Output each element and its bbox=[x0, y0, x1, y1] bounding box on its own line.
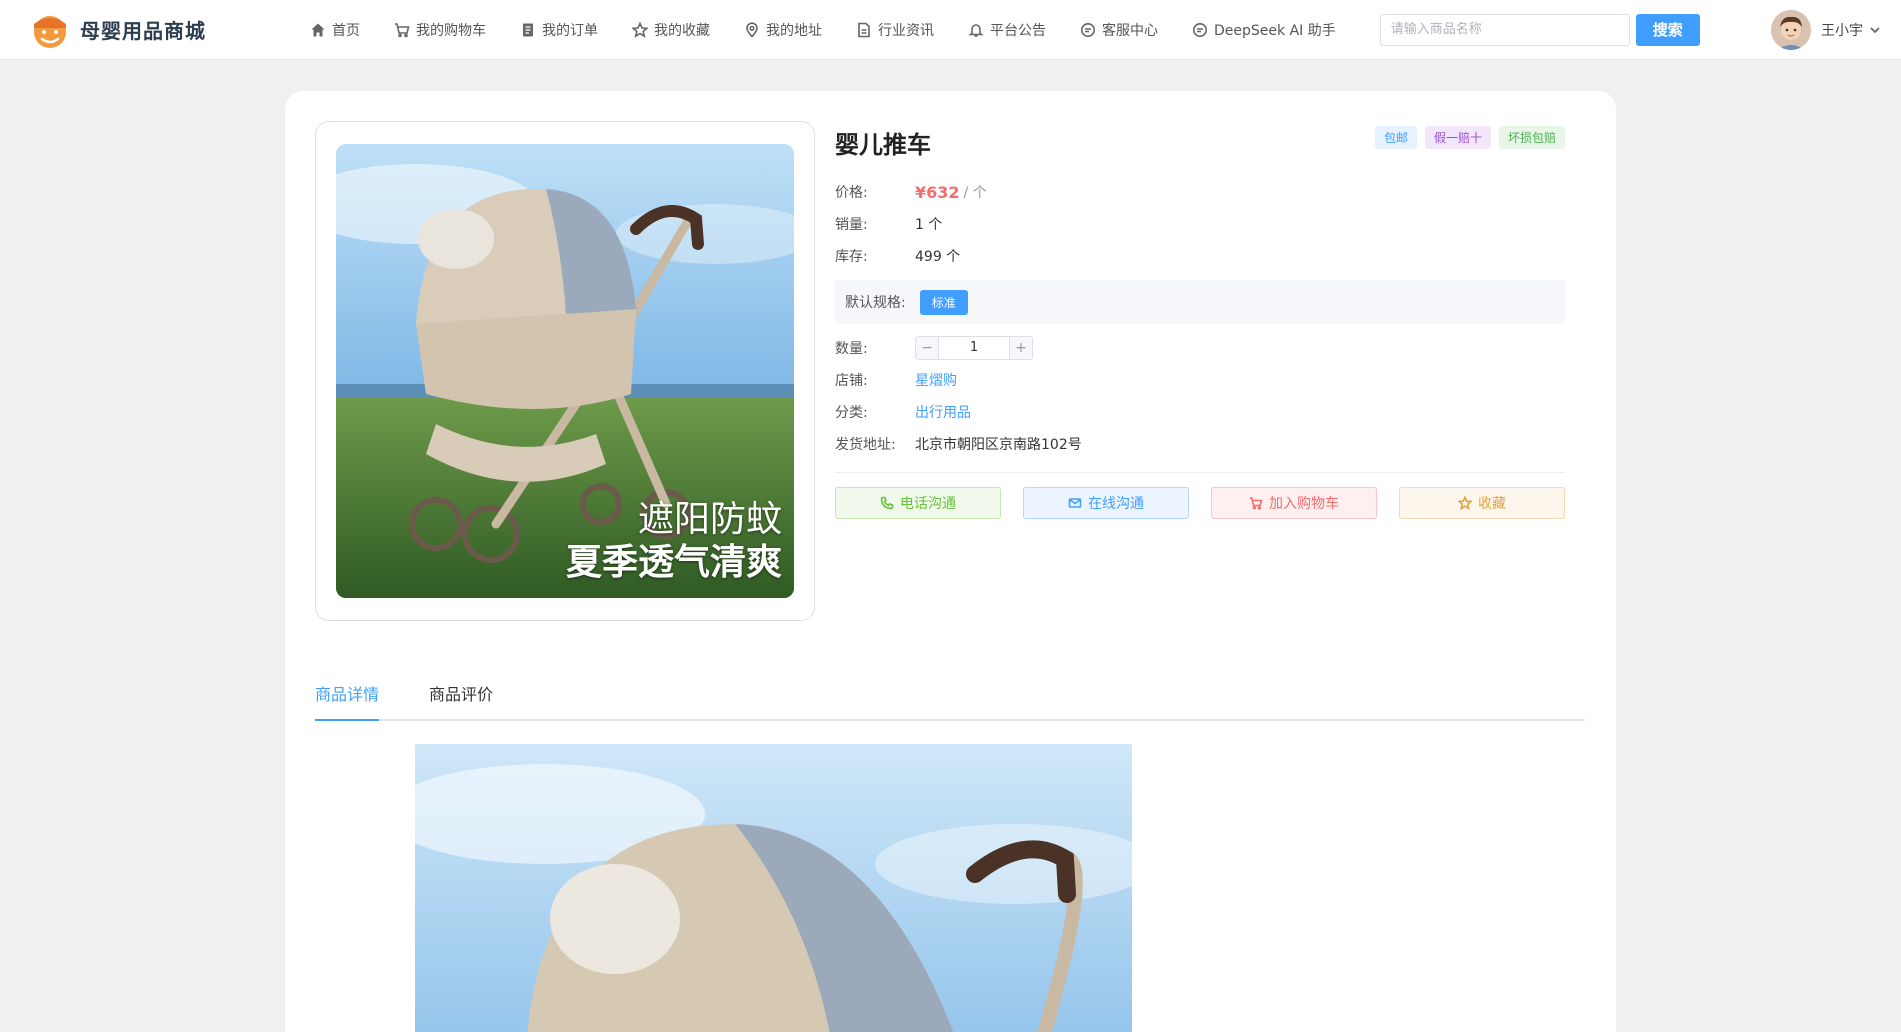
nav-label: 我的订单 bbox=[542, 22, 598, 39]
star-icon bbox=[632, 21, 648, 38]
product-detail-image bbox=[415, 744, 1132, 1032]
brand-name: 母婴用品商城 bbox=[80, 19, 206, 43]
shop-link[interactable]: 星熠购 bbox=[915, 370, 957, 390]
chat-icon bbox=[1081, 22, 1095, 37]
nav-label: 首页 bbox=[332, 22, 360, 39]
nav-label: 我的地址 bbox=[766, 22, 822, 39]
online-chat-label: 在线沟通 bbox=[1088, 496, 1144, 512]
stock-value: 499 个 bbox=[915, 249, 961, 265]
avatar-image bbox=[1771, 10, 1811, 50]
product-image-frame: 遮阳防蚊 夏季透气清爽 bbox=[315, 121, 815, 621]
spec-option-standard[interactable]: 标准 bbox=[919, 289, 968, 315]
search-bar: 搜索 bbox=[1379, 13, 1700, 46]
address-value: 北京市朝阳区京南路102号 bbox=[915, 437, 1082, 453]
cart-icon bbox=[395, 22, 410, 37]
price-unit: / 个 bbox=[963, 185, 987, 201]
address-label: 发货地址: bbox=[835, 437, 896, 453]
nav-address[interactable]: 我的地址 bbox=[744, 20, 822, 40]
nav-cart[interactable]: 我的购物车 bbox=[394, 20, 486, 40]
user-menu[interactable]: 王小宇 bbox=[1771, 10, 1881, 50]
nav-home[interactable]: 首页 bbox=[310, 20, 360, 40]
favorite-label: 收藏 bbox=[1478, 496, 1506, 512]
document-icon bbox=[858, 22, 870, 37]
category-link[interactable]: 出行用品 bbox=[915, 402, 971, 422]
top-header: 母婴用品商城 首页 我的购物车 我的订单 我的收藏 我的地址 行业资讯 平台公告… bbox=[0, 0, 1901, 60]
username: 王小宇 bbox=[1821, 23, 1863, 39]
divider bbox=[835, 472, 1565, 473]
avatar[interactable] bbox=[1771, 10, 1811, 50]
sales-label: 销量: bbox=[835, 217, 868, 233]
quantity-stepper: − 1 + bbox=[915, 336, 1033, 360]
spec-selector: 默认规格: 标准 bbox=[835, 280, 1565, 324]
address-row: 发货地址: 北京市朝阳区京南路102号 bbox=[835, 428, 1565, 460]
tab-product-details[interactable]: 商品详情 bbox=[315, 681, 380, 721]
nav-label: 我的收藏 bbox=[654, 22, 710, 39]
badge-free-shipping: 包邮 bbox=[1374, 126, 1417, 149]
cart-icon bbox=[1250, 497, 1263, 510]
shop-row: 店铺: 星熠购 bbox=[835, 364, 1565, 396]
phone-contact-button[interactable]: 电话沟通 bbox=[835, 487, 1001, 519]
stock-label: 库存: bbox=[835, 249, 868, 265]
product-card: 遮阳防蚊 夏季透气清爽 婴儿推车 包邮 假一赔十 坏损包赔 价格: ¥632 /… bbox=[285, 91, 1616, 1032]
stroller-detail-illustration bbox=[415, 744, 1132, 1032]
image-caption: 遮阳防蚊 夏季透气清爽 bbox=[566, 498, 782, 584]
nav-label: 客服中心 bbox=[1102, 22, 1158, 39]
nav-favorites[interactable]: 我的收藏 bbox=[632, 20, 710, 40]
price-row: 价格: ¥632 / 个 bbox=[835, 176, 1565, 208]
nav-label: 行业资讯 bbox=[878, 22, 934, 39]
nav-label: 平台公告 bbox=[990, 22, 1046, 39]
product-badges: 包邮 假一赔十 坏损包赔 bbox=[1367, 126, 1565, 149]
location-icon bbox=[746, 21, 758, 38]
sales-row: 销量: 1 个 bbox=[835, 208, 1565, 240]
search-button[interactable]: 搜索 bbox=[1635, 13, 1700, 46]
nav-news[interactable]: 行业资讯 bbox=[856, 20, 934, 40]
detail-tabs: 商品详情 商品评价 bbox=[315, 681, 1585, 721]
quantity-increase-button[interactable]: + bbox=[1010, 337, 1032, 359]
mail-icon bbox=[1068, 498, 1082, 508]
order-icon bbox=[523, 23, 533, 36]
nav-orders[interactable]: 我的订单 bbox=[520, 20, 598, 40]
chat-icon bbox=[1193, 22, 1207, 37]
shop-label: 店铺: bbox=[835, 373, 868, 389]
quantity-decrease-button[interactable]: − bbox=[916, 337, 938, 359]
nav-label: DeepSeek AI 助手 bbox=[1214, 22, 1336, 39]
bell-icon bbox=[968, 23, 984, 37]
price-value: ¥632 bbox=[915, 182, 960, 202]
star-icon bbox=[1458, 496, 1472, 510]
badge-authentic: 假一赔十 bbox=[1424, 126, 1491, 149]
quantity-label: 数量: bbox=[835, 341, 868, 357]
category-row: 分类: 出行用品 bbox=[835, 396, 1565, 428]
category-label: 分类: bbox=[835, 405, 868, 421]
sales-value: 1 个 bbox=[915, 217, 943, 233]
online-chat-button[interactable]: 在线沟通 bbox=[1023, 487, 1189, 519]
add-to-cart-label: 加入购物车 bbox=[1269, 496, 1339, 512]
brand-logo[interactable]: 母婴用品商城 bbox=[30, 10, 280, 50]
shop-logo-icon bbox=[34, 15, 66, 48]
product-info: 婴儿推车 包邮 假一赔十 坏损包赔 价格: ¥632 / 个 销量: 1 个 库… bbox=[835, 121, 1565, 519]
quantity-input[interactable]: 1 bbox=[938, 337, 1010, 359]
stock-row: 库存: 499 个 bbox=[835, 240, 1565, 272]
chevron-down-icon bbox=[1870, 27, 1880, 34]
favorite-button[interactable]: 收藏 bbox=[1399, 487, 1565, 519]
phone-contact-label: 电话沟通 bbox=[900, 496, 956, 512]
phone-icon bbox=[880, 496, 894, 510]
nav-ai-assistant[interactable]: DeepSeek AI 助手 bbox=[1192, 20, 1336, 40]
main-nav: 首页 我的购物车 我的订单 我的收藏 我的地址 行业资讯 平台公告 客服中心 D… bbox=[310, 20, 1370, 40]
nav-support[interactable]: 客服中心 bbox=[1080, 20, 1158, 40]
tab-product-reviews[interactable]: 商品评价 bbox=[429, 681, 493, 719]
nav-label: 我的购物车 bbox=[416, 22, 486, 39]
search-input[interactable] bbox=[1379, 13, 1630, 46]
home-icon bbox=[311, 23, 325, 36]
nav-announcements[interactable]: 平台公告 bbox=[968, 20, 1046, 40]
quantity-row: 数量: − 1 + bbox=[835, 332, 1565, 364]
price-label: 价格: bbox=[835, 185, 868, 201]
action-buttons: 电话沟通 在线沟通 加入购物车 收藏 bbox=[835, 487, 1565, 519]
add-to-cart-button[interactable]: 加入购物车 bbox=[1211, 487, 1377, 519]
spec-label: 默认规格: bbox=[845, 295, 906, 311]
product-main-image[interactable]: 遮阳防蚊 夏季透气清爽 bbox=[336, 144, 794, 598]
image-caption-line-2: 夏季透气清爽 bbox=[565, 541, 782, 583]
image-caption-line-1: 遮阳防蚊 bbox=[637, 498, 782, 540]
badge-damage-cover: 坏损包赔 bbox=[1498, 126, 1565, 149]
